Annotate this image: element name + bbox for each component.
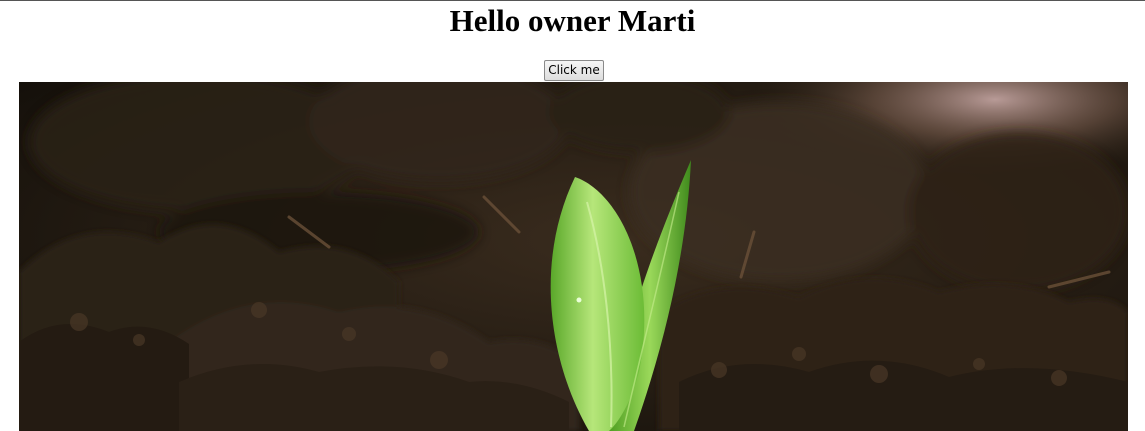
click-me-button[interactable]: Click me xyxy=(544,60,604,81)
window-top-border xyxy=(0,0,1145,1)
page-heading: Hello owner Marti xyxy=(449,3,696,38)
sprout-image xyxy=(19,82,1128,431)
